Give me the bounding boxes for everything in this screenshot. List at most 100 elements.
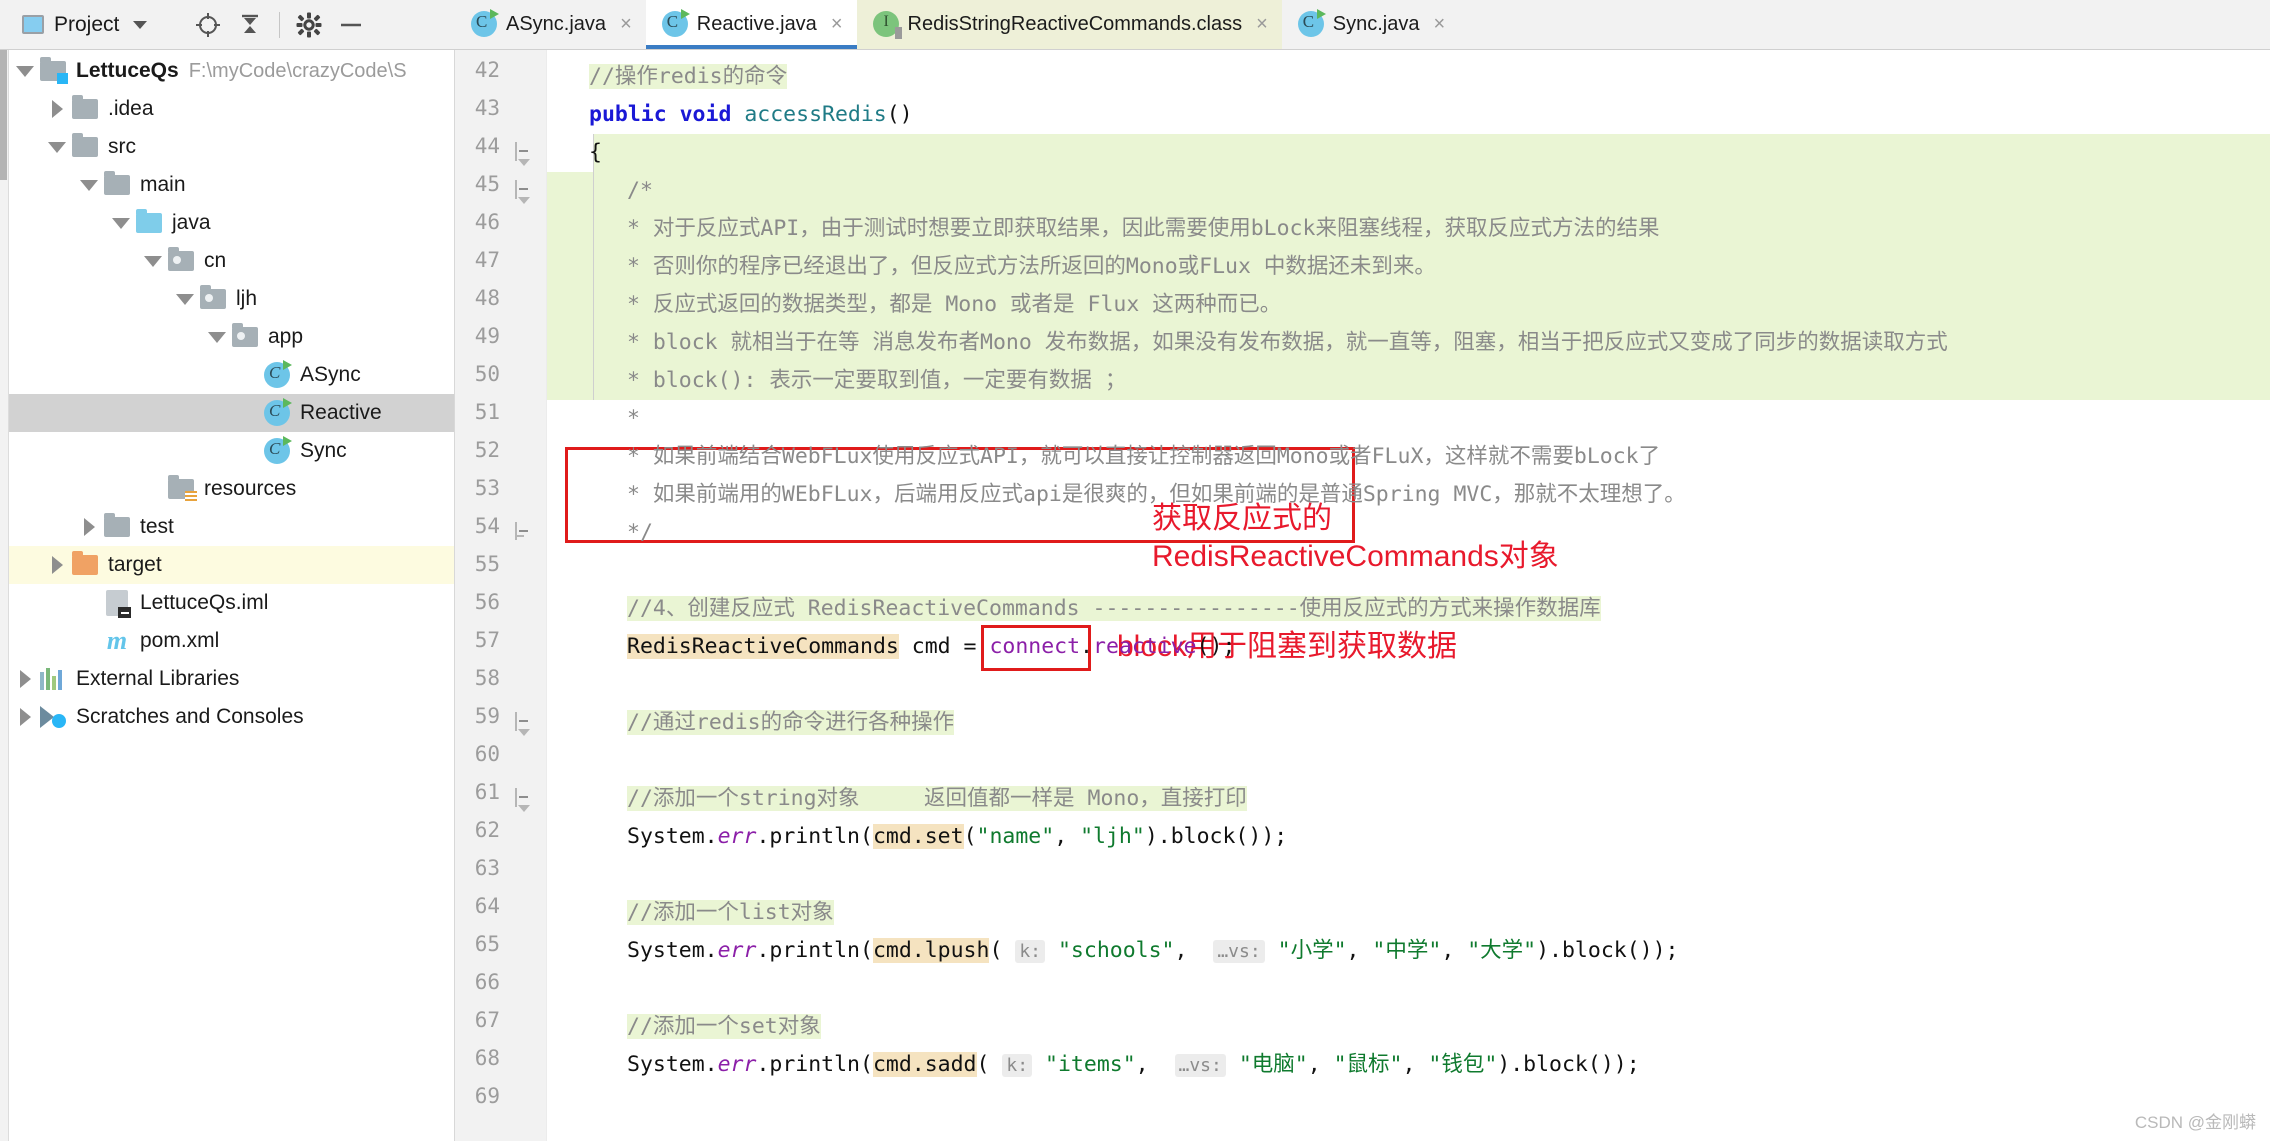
tree-item-sync[interactable]: Sync xyxy=(0,432,454,470)
tree-item-label: src xyxy=(108,135,136,158)
tree-item-test[interactable]: test xyxy=(0,508,454,546)
chevron-down-icon[interactable] xyxy=(140,255,166,267)
line-number: 43 xyxy=(474,96,500,120)
code-line[interactable]: System.err.println(cmd.sadd( k: "items",… xyxy=(627,1046,1640,1084)
code-line[interactable]: //添加一个set对象 xyxy=(627,1008,821,1046)
fold-marker[interactable] xyxy=(515,712,535,736)
chevron-down-icon[interactable] xyxy=(44,141,70,153)
tree-item-scratches-and-consoles[interactable]: Scratches and Consoles xyxy=(0,698,454,736)
locate-icon[interactable] xyxy=(195,12,221,38)
editor-tab[interactable]: RedisStringReactiveCommands.class × xyxy=(856,0,1282,49)
tree-item-external-libraries[interactable]: External Libraries xyxy=(0,660,454,698)
code-line[interactable]: //通过redis的命令进行各种操作 xyxy=(627,704,955,742)
code-line[interactable]: public void accessRedis() xyxy=(589,96,913,134)
package-icon xyxy=(166,247,196,271)
chevron-down-icon[interactable] xyxy=(133,20,148,29)
gear-icon[interactable] xyxy=(296,12,322,38)
tree-item-idea[interactable]: .idea xyxy=(0,90,454,128)
code-line[interactable]: System.err.println(cmd.lpush( k: "school… xyxy=(627,932,1678,970)
tree-item-app[interactable]: app xyxy=(0,318,454,356)
tree-item-pom-xml[interactable]: m pom.xml xyxy=(0,622,454,660)
project-tree-panel[interactable]: LettuceQs F:\myCode\crazyCode\S .idea src ma… xyxy=(0,50,455,1141)
line-number: 56 xyxy=(474,590,500,614)
code-token: "中学" xyxy=(1372,938,1442,963)
fold-marker[interactable] xyxy=(515,788,535,812)
code-line[interactable]: //添加一个list对象 xyxy=(627,894,834,932)
fold-marker[interactable] xyxy=(515,142,535,166)
code-token: System. xyxy=(627,1052,718,1077)
code-token: { xyxy=(589,140,602,165)
code-line[interactable]: * 否则你的程序已经退出了，但反应式方法所返回的Mono或FLux 中数据还未到… xyxy=(627,248,1436,286)
editor-tab[interactable]: Sync.java × xyxy=(1282,0,1459,49)
chevron-right-icon[interactable] xyxy=(12,708,38,726)
code-line[interactable]: * 反应式返回的数据类型，都是 Mono 或者是 Flux 这两种而已。 xyxy=(627,286,1281,324)
code-line[interactable]: { xyxy=(589,134,602,172)
tree-item-async[interactable]: ASync xyxy=(0,356,454,394)
tree-item-resources[interactable]: resources xyxy=(0,470,454,508)
close-icon[interactable]: × xyxy=(1256,13,1268,36)
chevron-down-icon[interactable] xyxy=(76,179,102,191)
code-line[interactable]: * 如果前端结合WebFLux使用反应式API，就可以直接让控制器返回Mono或… xyxy=(627,438,1660,476)
tree-item-lettuceqs[interactable]: LettuceQs F:\myCode\crazyCode\S xyxy=(0,52,454,90)
tree-item-label: LettuceQs.iml xyxy=(140,591,269,614)
code-line[interactable]: * xyxy=(627,400,640,438)
line-number: 52 xyxy=(474,438,500,462)
chevron-down-icon[interactable] xyxy=(12,65,38,77)
collapse-all-icon[interactable] xyxy=(237,12,263,38)
code-line[interactable]: //操作redis的命令 xyxy=(589,58,788,96)
code-line[interactable]: //添加一个string对象 返回值都一样是 Mono，直接打印 xyxy=(627,780,1247,818)
chevron-right-icon[interactable] xyxy=(44,100,70,118)
package-icon xyxy=(198,285,228,309)
tree-item-cn[interactable]: cn xyxy=(0,242,454,280)
close-icon[interactable]: × xyxy=(1433,13,1445,36)
code-editor[interactable]: 42 43 44 45 46 47 48 49 50 51 52 53 54 55 56 57 58 59 60 61… xyxy=(455,50,2270,1141)
code-token: * 对于反应式API，由于测试时想要立即获取结果，因此需要使用bLock来阻塞线… xyxy=(627,216,1660,241)
code-line[interactable]: */ xyxy=(627,514,653,552)
code-line[interactable]: System.err.println(cmd.set("name", "ljh"… xyxy=(627,818,1287,856)
tree-item-src[interactable]: src xyxy=(0,128,454,166)
code-line[interactable]: * 对于反应式API，由于测试时想要立即获取结果，因此需要使用bLock来阻塞线… xyxy=(627,210,1659,248)
code-token: ( xyxy=(976,1052,1003,1077)
code-token: , xyxy=(1346,938,1373,963)
code-area[interactable]: 获取反应式的 RedisReactiveCommands对象 block用于阻塞… xyxy=(547,50,2270,1141)
chevron-down-icon[interactable] xyxy=(204,331,230,343)
tree-item-target[interactable]: target xyxy=(0,546,454,584)
minimize-icon[interactable] xyxy=(338,12,364,38)
close-icon[interactable]: × xyxy=(620,13,632,36)
editor-tab[interactable]: ASync.java × xyxy=(455,0,646,49)
tree-item-java[interactable]: java xyxy=(0,204,454,242)
code-token: err xyxy=(717,1052,757,1077)
fold-marker[interactable] xyxy=(515,522,535,543)
code-token: //添加一个set对象 xyxy=(627,1014,821,1039)
tree-item-reactive[interactable]: Reactive xyxy=(0,394,454,432)
line-number: 55 xyxy=(474,552,500,576)
chevron-right-icon[interactable] xyxy=(76,518,102,536)
fold-marker[interactable] xyxy=(515,180,535,204)
chevron-right-icon[interactable] xyxy=(44,556,70,574)
tree-item-lettuceqs-iml[interactable]: LettuceQs.iml xyxy=(0,584,454,622)
editor-tab[interactable]: Reactive.java × xyxy=(645,0,857,49)
code-line[interactable]: RedisReactiveCommands cmd = connect.reac… xyxy=(627,628,1235,666)
close-icon[interactable]: × xyxy=(831,13,843,36)
tree-item-ljh[interactable]: ljh xyxy=(0,280,454,318)
code-line[interactable]: * block(): 表示一定要取到值，一定要有数据 ； xyxy=(627,362,1126,400)
line-number: 42 xyxy=(474,58,500,82)
chevron-down-icon[interactable] xyxy=(108,217,134,229)
code-line[interactable]: //4、创建反应式 RedisReactiveCommands --------… xyxy=(627,590,1601,628)
code-line[interactable]: * block 就相当于在等 消息发布者Mono 发布数据，如果没有发布数据，就… xyxy=(627,324,1948,362)
sidebar-scrollbar[interactable] xyxy=(0,50,7,180)
editor-gutter[interactable]: 42 43 44 45 46 47 48 49 50 51 52 53 54 55 56 57 58 59 60 61… xyxy=(455,50,547,1141)
tree-item-label: target xyxy=(108,553,162,576)
tree-item-label: pom.xml xyxy=(140,629,220,652)
chevron-right-icon[interactable] xyxy=(12,670,38,688)
code-line[interactable]: /* xyxy=(627,172,653,210)
code-token: "大学" xyxy=(1467,938,1537,963)
tree-item-label: ljh xyxy=(236,287,258,310)
code-line[interactable]: * 如果前端用的WEbFLux，后端用反应式api是很爽的，但如果前端的是普通S… xyxy=(627,476,1686,514)
tree-item-main[interactable]: main xyxy=(0,166,454,204)
project-tree[interactable]: LettuceQs F:\myCode\crazyCode\S .idea src ma… xyxy=(0,50,454,736)
line-number: 47 xyxy=(474,248,500,272)
project-toolwindow-button[interactable]: Project xyxy=(16,11,153,39)
chevron-down-icon[interactable] xyxy=(172,293,198,305)
